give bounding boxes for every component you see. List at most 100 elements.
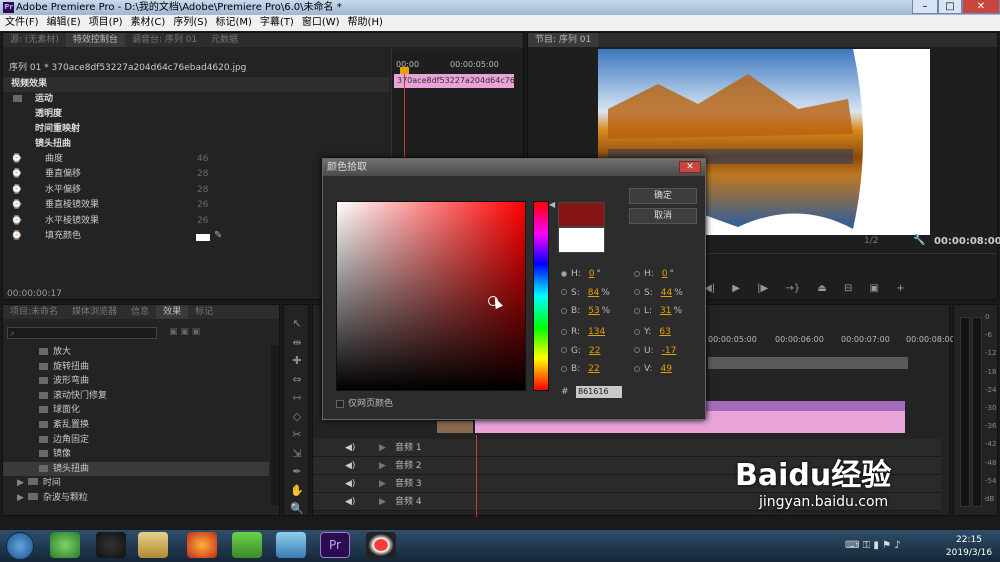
zoom-fraction[interactable]: 1/2 bbox=[864, 236, 878, 246]
tab-metadata[interactable]: 元数据 bbox=[204, 33, 245, 47]
color-field-yuv[interactable]: U: -17 bbox=[634, 344, 704, 358]
start-button[interactable] bbox=[6, 532, 34, 560]
go-to-out-icon[interactable]: →} bbox=[785, 283, 800, 294]
expand-arrow-icon[interactable]: ▶ bbox=[379, 475, 386, 493]
hue-slider[interactable] bbox=[533, 201, 549, 391]
filter-buttons[interactable]: ▣ ▣ ▣ bbox=[169, 327, 229, 339]
cancel-button[interactable]: 取消 bbox=[629, 208, 697, 224]
expand-arrow-icon[interactable]: ▶ bbox=[17, 493, 24, 503]
color-field-hsl[interactable]: S: 44% bbox=[634, 286, 704, 300]
speaker-icon[interactable]: ◀) bbox=[345, 493, 355, 511]
recorder-icon[interactable] bbox=[366, 532, 396, 558]
radio-icon[interactable] bbox=[634, 289, 640, 295]
tab-program[interactable]: 节目: 序列 01 bbox=[528, 33, 599, 47]
color-field-rgb[interactable]: B: 22 bbox=[561, 362, 631, 376]
effect-folder[interactable]: ▶ 杂波与颗粒 bbox=[3, 491, 269, 506]
dialog-close-button[interactable]: ✕ bbox=[679, 161, 701, 173]
project-scrollbar[interactable] bbox=[271, 345, 279, 505]
audio-track[interactable]: ◀) ▶ 音频 1 bbox=[313, 439, 941, 457]
menu-help[interactable]: 帮助(H) bbox=[345, 15, 386, 31]
qq-icon[interactable] bbox=[96, 532, 126, 558]
effect-folder[interactable]: ▶ 时间 bbox=[3, 476, 269, 491]
expand-arrow-icon[interactable]: ▶ bbox=[379, 493, 386, 511]
file-explorer-icon[interactable] bbox=[138, 532, 168, 558]
expand-arrow-icon[interactable]: ▶ bbox=[17, 478, 24, 488]
color-field-hsl[interactable]: L: 31% bbox=[634, 304, 704, 318]
color-field-hsb[interactable]: H: 0 ° bbox=[561, 267, 631, 281]
expand-arrow-icon[interactable]: ▶ bbox=[379, 439, 386, 457]
param-value[interactable]: 26 bbox=[197, 198, 208, 213]
effect-list-item[interactable]: 紊乱置换 bbox=[3, 418, 269, 433]
radio-icon[interactable] bbox=[634, 328, 640, 335]
effect-list-item[interactable]: 球面化 bbox=[3, 403, 269, 418]
tray-time[interactable]: 22:15 bbox=[944, 535, 994, 545]
tab-effects[interactable]: 效果 bbox=[156, 305, 189, 319]
wrench-icon[interactable]: 🔧 bbox=[913, 235, 925, 246]
radio-icon[interactable] bbox=[561, 307, 567, 314]
tab-markers[interactable]: 标记 bbox=[188, 305, 220, 319]
color-field-yuv[interactable]: V: 49 bbox=[634, 362, 704, 376]
speaker-icon[interactable]: ◀) bbox=[345, 475, 355, 493]
ok-button[interactable]: 确定 bbox=[629, 188, 697, 204]
menu-sequence[interactable]: 序列(S) bbox=[170, 15, 210, 31]
param-value[interactable]: 26 bbox=[197, 214, 208, 229]
tab-effect-controls[interactable]: 特效控制台 bbox=[65, 33, 125, 47]
effect-opacity[interactable]: 透明度 bbox=[35, 107, 62, 122]
color-field-yuv[interactable]: Y: 63 bbox=[634, 325, 704, 339]
tab-project[interactable]: 项目:未命名 bbox=[3, 305, 65, 319]
stopwatch-icon[interactable]: ⌚ bbox=[11, 216, 22, 226]
tab-audio-mixer[interactable]: 调音台: 序列 01 bbox=[125, 33, 204, 47]
radio-icon[interactable] bbox=[634, 347, 640, 353]
effect-list-item[interactable]: 滚动快门修复 bbox=[3, 389, 269, 404]
work-area-bar[interactable] bbox=[708, 357, 908, 369]
timeline-ruler[interactable]: 00:00:05:00 00:00:06:00 00:00:07:00 00:0… bbox=[708, 335, 955, 349]
hue-slider-arrow-icon[interactable]: ◀ bbox=[549, 200, 555, 209]
radio-icon[interactable] bbox=[634, 307, 640, 314]
effect-time-remap[interactable]: 时间重映射 bbox=[35, 122, 80, 137]
radio-icon[interactable] bbox=[561, 365, 567, 372]
effect-list-item[interactable]: 旋转扭曲 bbox=[3, 360, 269, 375]
minimize-button[interactable]: – bbox=[912, 0, 938, 14]
timeline-playhead[interactable] bbox=[476, 435, 477, 517]
export-frame-icon[interactable]: ▣ bbox=[870, 283, 879, 294]
menu-title[interactable]: 字幕(T) bbox=[257, 15, 297, 31]
color-field-hsb[interactable]: B: 53% bbox=[561, 304, 631, 318]
menu-edit[interactable]: 编辑(E) bbox=[44, 15, 84, 31]
radio-icon[interactable] bbox=[634, 270, 640, 277]
radio-icon[interactable] bbox=[634, 365, 640, 372]
tab-media-browser[interactable]: 媒体浏览器 bbox=[65, 305, 124, 319]
tray-icons[interactable]: ⌨ ⚿ ▮ ⚑ ♪ bbox=[845, 540, 901, 551]
extract-icon[interactable]: ⊟ bbox=[844, 283, 852, 294]
radio-icon[interactable] bbox=[561, 328, 567, 335]
mini-clip[interactable]: 370ace8df53227a204d64c76ebad bbox=[394, 74, 514, 88]
effect-list-item[interactable]: 边角固定 bbox=[3, 433, 269, 448]
expand-arrow-icon[interactable]: ▶ bbox=[379, 457, 386, 475]
param-value[interactable]: 28 bbox=[197, 167, 208, 182]
stopwatch-icon[interactable]: ⌚ bbox=[11, 154, 22, 164]
speaker-icon[interactable]: ◀) bbox=[345, 439, 355, 457]
color-field-rgb[interactable]: G: 22 bbox=[561, 344, 631, 358]
tab-info[interactable]: 信息 bbox=[124, 305, 156, 319]
tools-icons[interactable]: ↖ ⇹ ✚ ⇔ ⇿ ◇ ✂ ⇲ ✒ ✋ 🔍 bbox=[290, 315, 304, 519]
checkbox-icon[interactable] bbox=[336, 399, 344, 408]
close-button[interactable]: ✕ bbox=[962, 0, 1000, 14]
web-only-checkbox[interactable]: 仅网页颜色 bbox=[336, 397, 393, 411]
stopwatch-icon[interactable]: ⌚ bbox=[11, 169, 22, 179]
notepad-icon[interactable] bbox=[276, 532, 306, 558]
tray-date[interactable]: 2019/3/16 bbox=[940, 548, 998, 558]
360-browser-icon[interactable] bbox=[50, 532, 80, 558]
effect-list-item[interactable]: 放大 bbox=[3, 345, 269, 360]
menu-window[interactable]: 窗口(W) bbox=[299, 15, 343, 31]
color-field-hsb[interactable]: S: 84% bbox=[561, 286, 631, 300]
color-field-hsl[interactable]: H: 0 ° bbox=[634, 267, 704, 281]
firefox-icon[interactable] bbox=[187, 532, 217, 558]
effect-timecode[interactable]: 00:00:00:17 bbox=[7, 289, 62, 299]
effect-motion[interactable]: 运动 bbox=[13, 92, 53, 107]
tab-source[interactable]: 源: (无素材) bbox=[3, 33, 66, 47]
menu-marker[interactable]: 标记(M) bbox=[212, 15, 254, 31]
param-value[interactable]: 46 bbox=[197, 152, 208, 167]
playhead-handle-icon[interactable] bbox=[400, 67, 409, 74]
app-icon[interactable] bbox=[232, 532, 262, 558]
effects-search-input[interactable]: ⌕ bbox=[7, 327, 157, 339]
effect-list-item[interactable]: 镜头扭曲 bbox=[3, 461, 269, 477]
